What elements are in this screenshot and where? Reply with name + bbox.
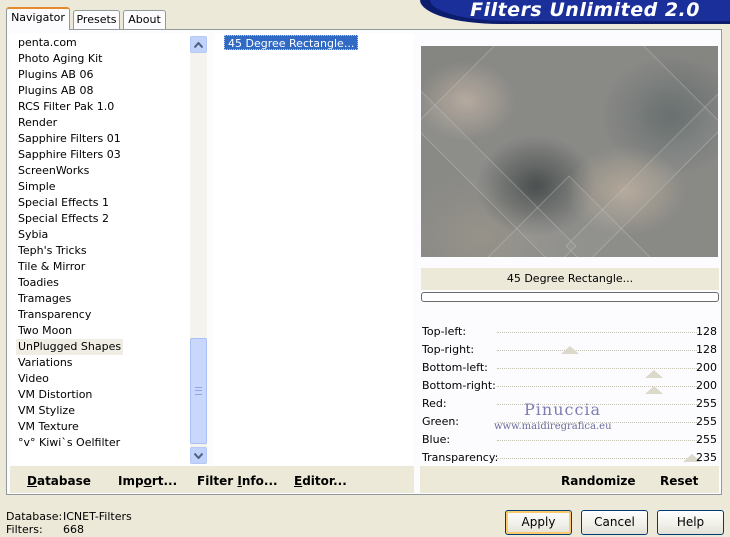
reset-button[interactable]: Reset bbox=[660, 473, 698, 489]
filters-value: 668 bbox=[63, 523, 84, 536]
filter-list[interactable]: 45 Degree Rectangle... bbox=[214, 33, 414, 465]
category-item[interactable]: Sapphire Filters 03 bbox=[16, 147, 123, 163]
category-item[interactable]: Teph's Tricks bbox=[16, 243, 89, 259]
tab-navigator[interactable]: Navigator bbox=[6, 7, 70, 30]
param-value: 200 bbox=[696, 361, 717, 374]
cancel-button[interactable]: Cancel bbox=[581, 510, 648, 535]
editor-button[interactable]: Editor... bbox=[294, 473, 347, 489]
param-value: 200 bbox=[696, 379, 717, 392]
grip-icon bbox=[195, 387, 202, 395]
category-item[interactable]: Tramages bbox=[16, 291, 73, 307]
param-label: Bottom-right: bbox=[422, 379, 496, 392]
category-item[interactable]: Special Effects 1 bbox=[16, 195, 111, 211]
category-item[interactable]: penta.com bbox=[16, 35, 79, 51]
category-item[interactable]: Render bbox=[16, 115, 59, 131]
category-item[interactable]: Special Effects 2 bbox=[16, 211, 111, 227]
param-value: 128 bbox=[696, 343, 717, 356]
apply-button[interactable]: Apply bbox=[505, 510, 572, 535]
progress-bar bbox=[421, 292, 719, 302]
editor-button-label: ditor... bbox=[302, 474, 347, 488]
param-slider[interactable] bbox=[497, 386, 697, 387]
database-value: ICNET-Filters bbox=[63, 510, 132, 523]
category-item[interactable]: Variations bbox=[16, 355, 75, 371]
filter-info-button[interactable]: Filter Info... bbox=[197, 473, 278, 489]
watermark-name: Pinuccia bbox=[524, 400, 602, 419]
category-item[interactable]: VM Stylize bbox=[16, 403, 77, 419]
param-slider[interactable] bbox=[497, 458, 697, 459]
param-label: Transparency: bbox=[422, 451, 499, 464]
category-item[interactable]: Plugins AB 06 bbox=[16, 67, 95, 83]
import-button-mnemonic: o bbox=[143, 474, 152, 488]
category-item[interactable]: Tile & Mirror bbox=[16, 259, 87, 275]
param-value: 235 bbox=[696, 451, 717, 464]
param-slider[interactable] bbox=[497, 332, 697, 333]
filter-item-selected[interactable]: 45 Degree Rectangle... bbox=[224, 35, 359, 50]
param-value: 255 bbox=[696, 415, 717, 428]
param-label: Top-right: bbox=[422, 343, 475, 356]
watermark-site: www.maidiregrafica.eu bbox=[494, 421, 612, 432]
slider-thumb[interactable] bbox=[645, 370, 663, 378]
database-label: Database: bbox=[6, 510, 63, 523]
scroll-down-button[interactable] bbox=[190, 447, 207, 464]
randomize-button[interactable]: Randomize bbox=[561, 473, 635, 489]
tab-about[interactable]: About bbox=[123, 10, 166, 29]
category-item[interactable]: Sybia bbox=[16, 227, 50, 243]
param-label: Green: bbox=[422, 415, 460, 428]
category-item[interactable]: VM Distortion bbox=[16, 387, 94, 403]
database-button-label: atabase bbox=[36, 474, 91, 488]
param-label: Bottom-left: bbox=[422, 361, 488, 374]
app-title: Filters Unlimited 2.0 bbox=[470, 0, 700, 21]
import-button[interactable]: Import... bbox=[118, 473, 177, 489]
database-button-mnemonic: D bbox=[27, 474, 37, 488]
editor-button-mnemonic: E bbox=[294, 474, 303, 488]
category-item[interactable]: ScreenWorks bbox=[16, 163, 91, 179]
tab-presets[interactable]: Presets bbox=[73, 10, 120, 29]
category-item[interactable]: Toadies bbox=[16, 275, 61, 291]
slider-thumb[interactable] bbox=[561, 346, 579, 354]
category-item[interactable]: Transparency bbox=[16, 307, 93, 323]
category-item[interactable]: Simple bbox=[16, 179, 58, 195]
category-item[interactable]: Photo Aging Kit bbox=[16, 51, 104, 67]
param-label: Red: bbox=[422, 397, 447, 410]
param-slider[interactable] bbox=[497, 440, 697, 441]
category-item[interactable]: Sapphire Filters 01 bbox=[16, 131, 123, 147]
param-slider[interactable] bbox=[497, 350, 697, 351]
category-item[interactable]: VM Texture bbox=[16, 419, 81, 435]
header-banner-highlight: Filters Unlimited 2.0 bbox=[430, 0, 730, 21]
param-value: 255 bbox=[696, 433, 717, 446]
param-value: 128 bbox=[696, 325, 717, 338]
scroll-up-button[interactable] bbox=[190, 36, 207, 53]
category-item[interactable]: °v° Kiwi`s Oelfilter bbox=[16, 435, 122, 451]
filter-info-button-label-rest: nfo... bbox=[241, 474, 278, 488]
category-list[interactable]: penta.com Photo Aging Kit Plugins AB 06 … bbox=[10, 33, 207, 465]
category-item-selected[interactable]: UnPlugged Shapes bbox=[16, 339, 124, 355]
import-button-label: Imp bbox=[118, 474, 144, 488]
import-button-label-rest: rt... bbox=[151, 474, 178, 488]
category-scrollbar[interactable] bbox=[190, 36, 207, 464]
param-label: Top-left: bbox=[422, 325, 467, 338]
param-slider[interactable] bbox=[497, 368, 697, 369]
category-item[interactable]: Two Moon bbox=[16, 323, 74, 339]
preview-filter-name: 45 Degree Rectangle... bbox=[421, 268, 719, 290]
chevron-up-icon bbox=[194, 41, 203, 48]
param-label: Blue: bbox=[422, 433, 451, 446]
slider-thumb[interactable] bbox=[645, 386, 663, 394]
scroll-thumb[interactable] bbox=[190, 338, 207, 444]
chevron-down-icon bbox=[194, 452, 203, 459]
category-item[interactable]: Plugins AB 08 bbox=[16, 83, 95, 99]
database-button[interactable]: Database bbox=[27, 473, 91, 489]
filters-label: Filters: bbox=[6, 523, 43, 536]
category-item[interactable]: Video bbox=[16, 371, 51, 387]
category-item[interactable]: RCS Filter Pak 1.0 bbox=[16, 99, 116, 115]
param-value: 255 bbox=[696, 397, 717, 410]
filter-info-button-label: Filter bbox=[197, 474, 238, 488]
help-button[interactable]: Help bbox=[657, 510, 724, 535]
preview-image bbox=[421, 46, 718, 257]
